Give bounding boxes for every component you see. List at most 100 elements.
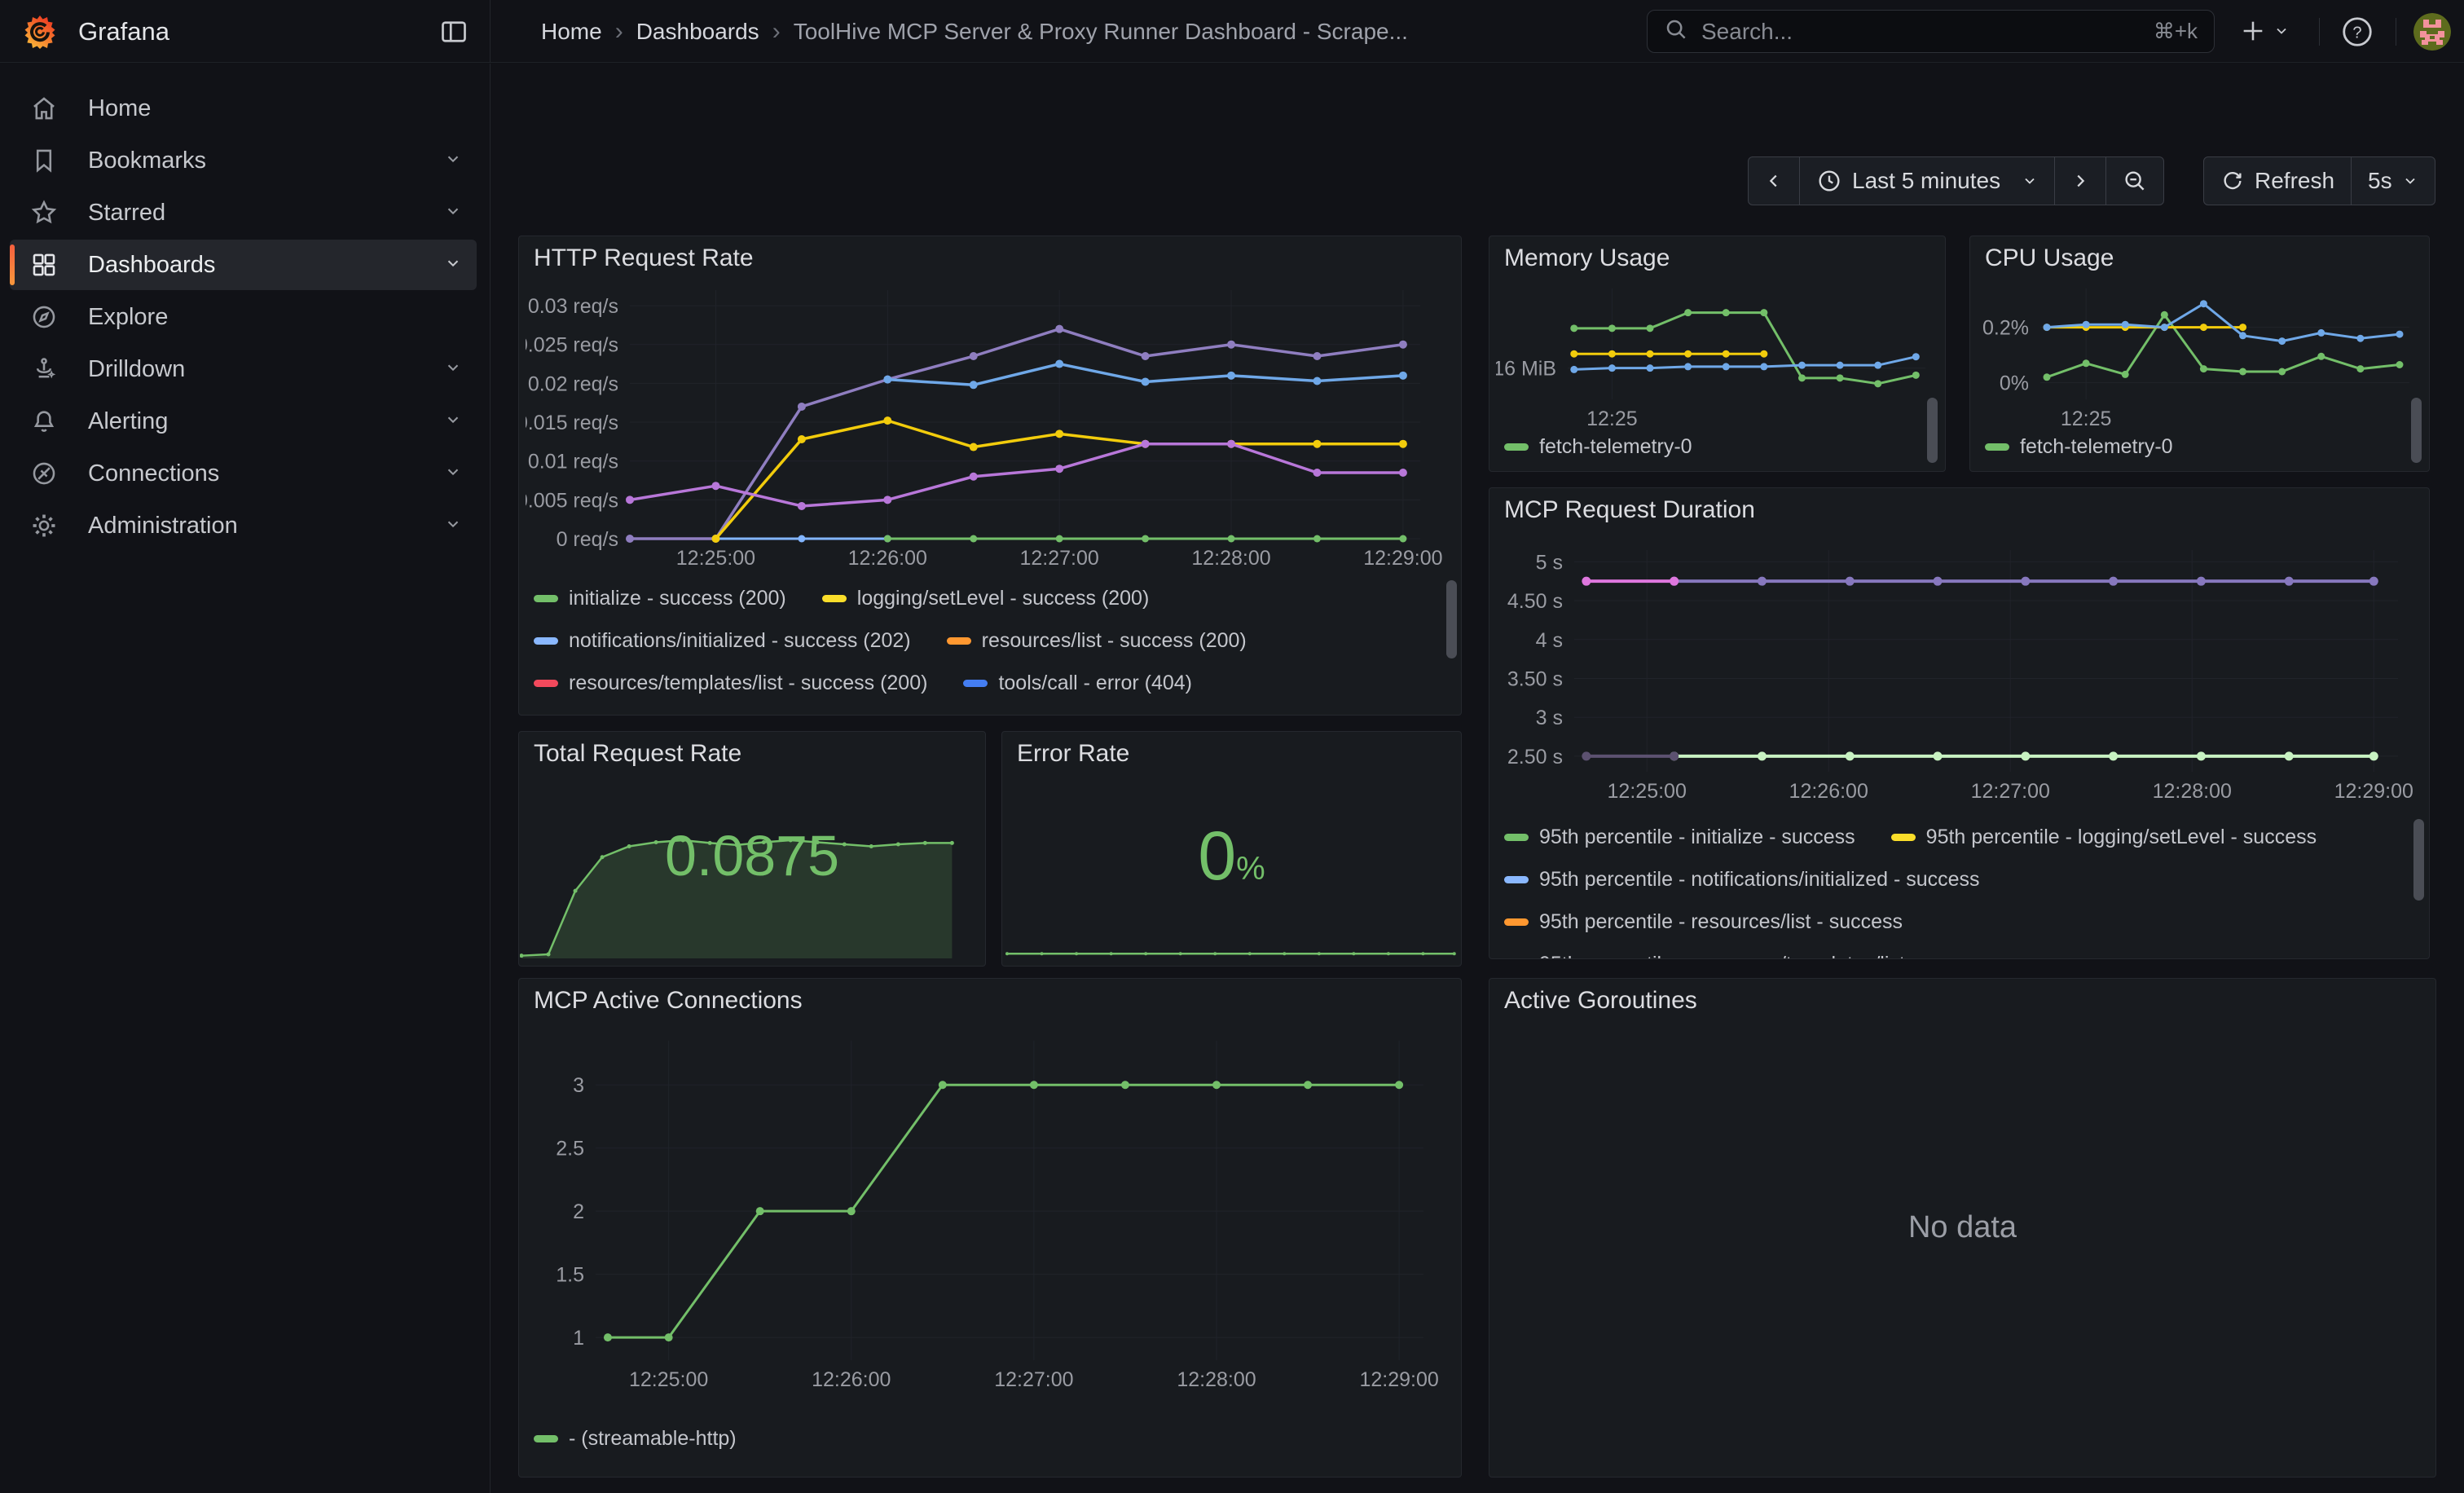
legend-item[interactable]: logging/setLevel - success (200) <box>822 587 1150 610</box>
sidebar-item-connections[interactable]: Connections <box>10 448 477 499</box>
svg-text:12:28:00: 12:28:00 <box>2153 780 2232 803</box>
panel-title[interactable]: Total Request Rate <box>534 740 741 768</box>
breadcrumb-dashboards[interactable]: Dashboards <box>636 19 759 45</box>
legend-item[interactable]: 95th percentile - resources/templates/li… <box>1504 953 1996 959</box>
sidebar-item-administration[interactable]: Administration <box>10 500 477 551</box>
chevron-down-icon[interactable] <box>444 356 462 383</box>
legend-item[interactable]: 95th percentile - resources/list - succe… <box>1504 910 1903 934</box>
memory-usage-chart[interactable]: 12:2516 MiB <box>1496 275 1940 434</box>
legend-label: resources/list - success (200) <box>982 629 1247 653</box>
breadcrumb-home[interactable]: Home <box>541 19 602 45</box>
search-box[interactable]: ⌘+k <box>1647 10 2215 53</box>
dashboard-actions-row: Edit Export Share <box>491 64 2464 122</box>
chevron-down-icon[interactable] <box>444 408 462 435</box>
sidebar-item-alerting[interactable]: Alerting <box>10 396 477 447</box>
panel-cpu-usage: CPU Usage 12:250.2%0% fetch-telemetry-0 <box>1969 236 2430 472</box>
legend-item[interactable]: initialize - success (200) <box>534 587 786 610</box>
svg-text:12:26:00: 12:26:00 <box>848 547 927 570</box>
time-range-label: Last 5 minutes <box>1852 168 2000 194</box>
search-shortcut-hint: ⌘+k <box>2154 19 2198 44</box>
legend-row: - (streamable-http) <box>534 1417 1430 1460</box>
sidebar-item-label: Explore <box>88 304 168 331</box>
error-rate-value: 0% <box>1002 817 1461 896</box>
refresh-interval-picker[interactable]: 5s <box>2351 157 2435 205</box>
zoom-out-button[interactable] <box>2105 157 2163 205</box>
legend-item[interactable]: resources/list - success (200) <box>947 629 1247 653</box>
panel-title[interactable]: HTTP Request Rate <box>534 244 754 272</box>
time-shift-back-button[interactable] <box>1749 157 1799 205</box>
legend-item[interactable]: notifications/initialized - success (202… <box>534 629 911 653</box>
refresh-label: Refresh <box>2255 168 2334 194</box>
cpu-usage-chart[interactable]: 12:250.2%0% <box>1977 275 2424 434</box>
refresh-interval-label: 5s <box>2368 168 2392 194</box>
sidebar-item-home[interactable]: Home <box>10 83 477 134</box>
legend-swatch <box>822 595 847 602</box>
http-request-rate-chart[interactable]: 12:25:0012:26:0012:27:0012:28:0012:29:00… <box>526 277 1443 579</box>
legend-scrollbar[interactable] <box>1927 398 1938 463</box>
panel-title[interactable]: Error Rate <box>1017 740 1129 768</box>
chevron-down-icon[interactable] <box>444 513 462 540</box>
legend-item[interactable]: unknown - success (200) <box>1118 714 1379 716</box>
sidebar-item-dashboards[interactable]: Dashboards <box>10 240 477 290</box>
svg-text:12:25:00: 12:25:00 <box>1608 780 1687 803</box>
panel-title[interactable]: MCP Request Duration <box>1504 496 1755 524</box>
legend-label: fetch-telemetry-0 <box>1539 435 1692 459</box>
error-rate-sparkline[interactable] <box>1004 927 1461 964</box>
chevron-down-icon[interactable] <box>444 148 462 174</box>
sidebar-item-bookmarks[interactable]: Bookmarks <box>10 135 477 186</box>
legend-label: 95th percentile - resources/list - succe… <box>1539 910 1903 934</box>
svg-text:12:27:00: 12:27:00 <box>994 1368 1073 1391</box>
legend-item[interactable]: 95th percentile - initialize - success <box>1504 826 1855 849</box>
time-shift-forward-button[interactable] <box>2054 157 2105 205</box>
legend-swatch <box>534 637 558 645</box>
svg-text:12:26:00: 12:26:00 <box>812 1368 891 1391</box>
legend-scrollbar[interactable] <box>2411 398 2422 463</box>
svg-text:0.02 req/s: 0.02 req/s <box>528 372 618 395</box>
refresh-icon <box>2220 169 2245 193</box>
top-navigation-bar: Grafana Home › Dashboards › ToolHive MCP… <box>0 0 2464 63</box>
legend-scrollbar[interactable] <box>2413 819 2424 901</box>
chevron-down-icon[interactable] <box>444 200 462 227</box>
sidebar-item-starred[interactable]: Starred <box>10 187 477 238</box>
chevron-down-icon[interactable] <box>444 460 462 487</box>
grafana-logo[interactable] <box>21 13 59 51</box>
mcp-request-duration-chart[interactable]: 12:25:0012:26:0012:27:0012:28:0012:29:00… <box>1496 532 2424 813</box>
svg-text:12:27:00: 12:27:00 <box>1971 780 2050 803</box>
legend-item[interactable]: tools/call - error (404) <box>963 672 1192 695</box>
legend-scrollbar[interactable] <box>1446 580 1457 658</box>
legend-item[interactable]: resources/templates/list - success (200) <box>534 672 927 695</box>
panel-memory-usage: Memory Usage 12:2516 MiB fetch-telemetry… <box>1489 236 1946 472</box>
help-button[interactable]: ? <box>2340 15 2374 49</box>
refresh-button[interactable]: Refresh <box>2204 157 2351 205</box>
legend-item[interactable]: 95th percentile - notifications/initiali… <box>1504 868 1980 892</box>
sidebar-header: Grafana <box>0 0 491 63</box>
search-input[interactable] <box>1700 18 2142 46</box>
panel-title[interactable]: MCP Active Connections <box>534 987 803 1015</box>
user-avatar[interactable] <box>2413 13 2451 51</box>
mcp-active-connections-chart[interactable]: 12:25:0012:26:0012:27:0012:28:0012:29:00… <box>526 1020 1456 1407</box>
legend-label: 95th percentile - initialize - success <box>1539 826 1855 849</box>
legend-item[interactable]: - (streamable-http) <box>534 1427 737 1451</box>
legend-item[interactable]: tools/list - success (200) <box>829 714 1082 716</box>
legend-item[interactable]: tools/call - success (200) <box>534 714 793 716</box>
add-menu[interactable] <box>2239 11 2290 51</box>
svg-text:0.005 req/s: 0.005 req/s <box>526 489 618 512</box>
panel-title[interactable]: Memory Usage <box>1504 244 1670 272</box>
svg-text:5 s: 5 s <box>1536 551 1563 574</box>
time-range-picker[interactable]: Last 5 minutes <box>1799 157 2054 205</box>
dashboards-grid-icon <box>29 251 59 279</box>
sidebar-item-drilldown[interactable]: Drilldown <box>10 344 477 394</box>
sidebar-item-explore[interactable]: Explore <box>10 292 477 342</box>
legend-item[interactable]: 95th percentile - logging/setLevel - suc… <box>1891 826 2317 849</box>
gear-icon <box>29 512 59 540</box>
panel-title[interactable]: CPU Usage <box>1985 244 2114 272</box>
chevron-down-icon[interactable] <box>444 252 462 279</box>
sidebar-item-label: Dashboards <box>88 252 215 279</box>
legend-row: 95th percentile - initialize - success 95… <box>1504 816 2400 858</box>
legend-swatch <box>947 637 971 645</box>
svg-text:12:25:00: 12:25:00 <box>629 1368 708 1391</box>
sidebar-toggle-icon[interactable] <box>439 17 469 46</box>
legend-item[interactable]: fetch-telemetry-0 <box>1985 435 2173 459</box>
legend-item[interactable]: fetch-telemetry-0 <box>1504 435 1692 459</box>
svg-text:1: 1 <box>573 1327 584 1350</box>
